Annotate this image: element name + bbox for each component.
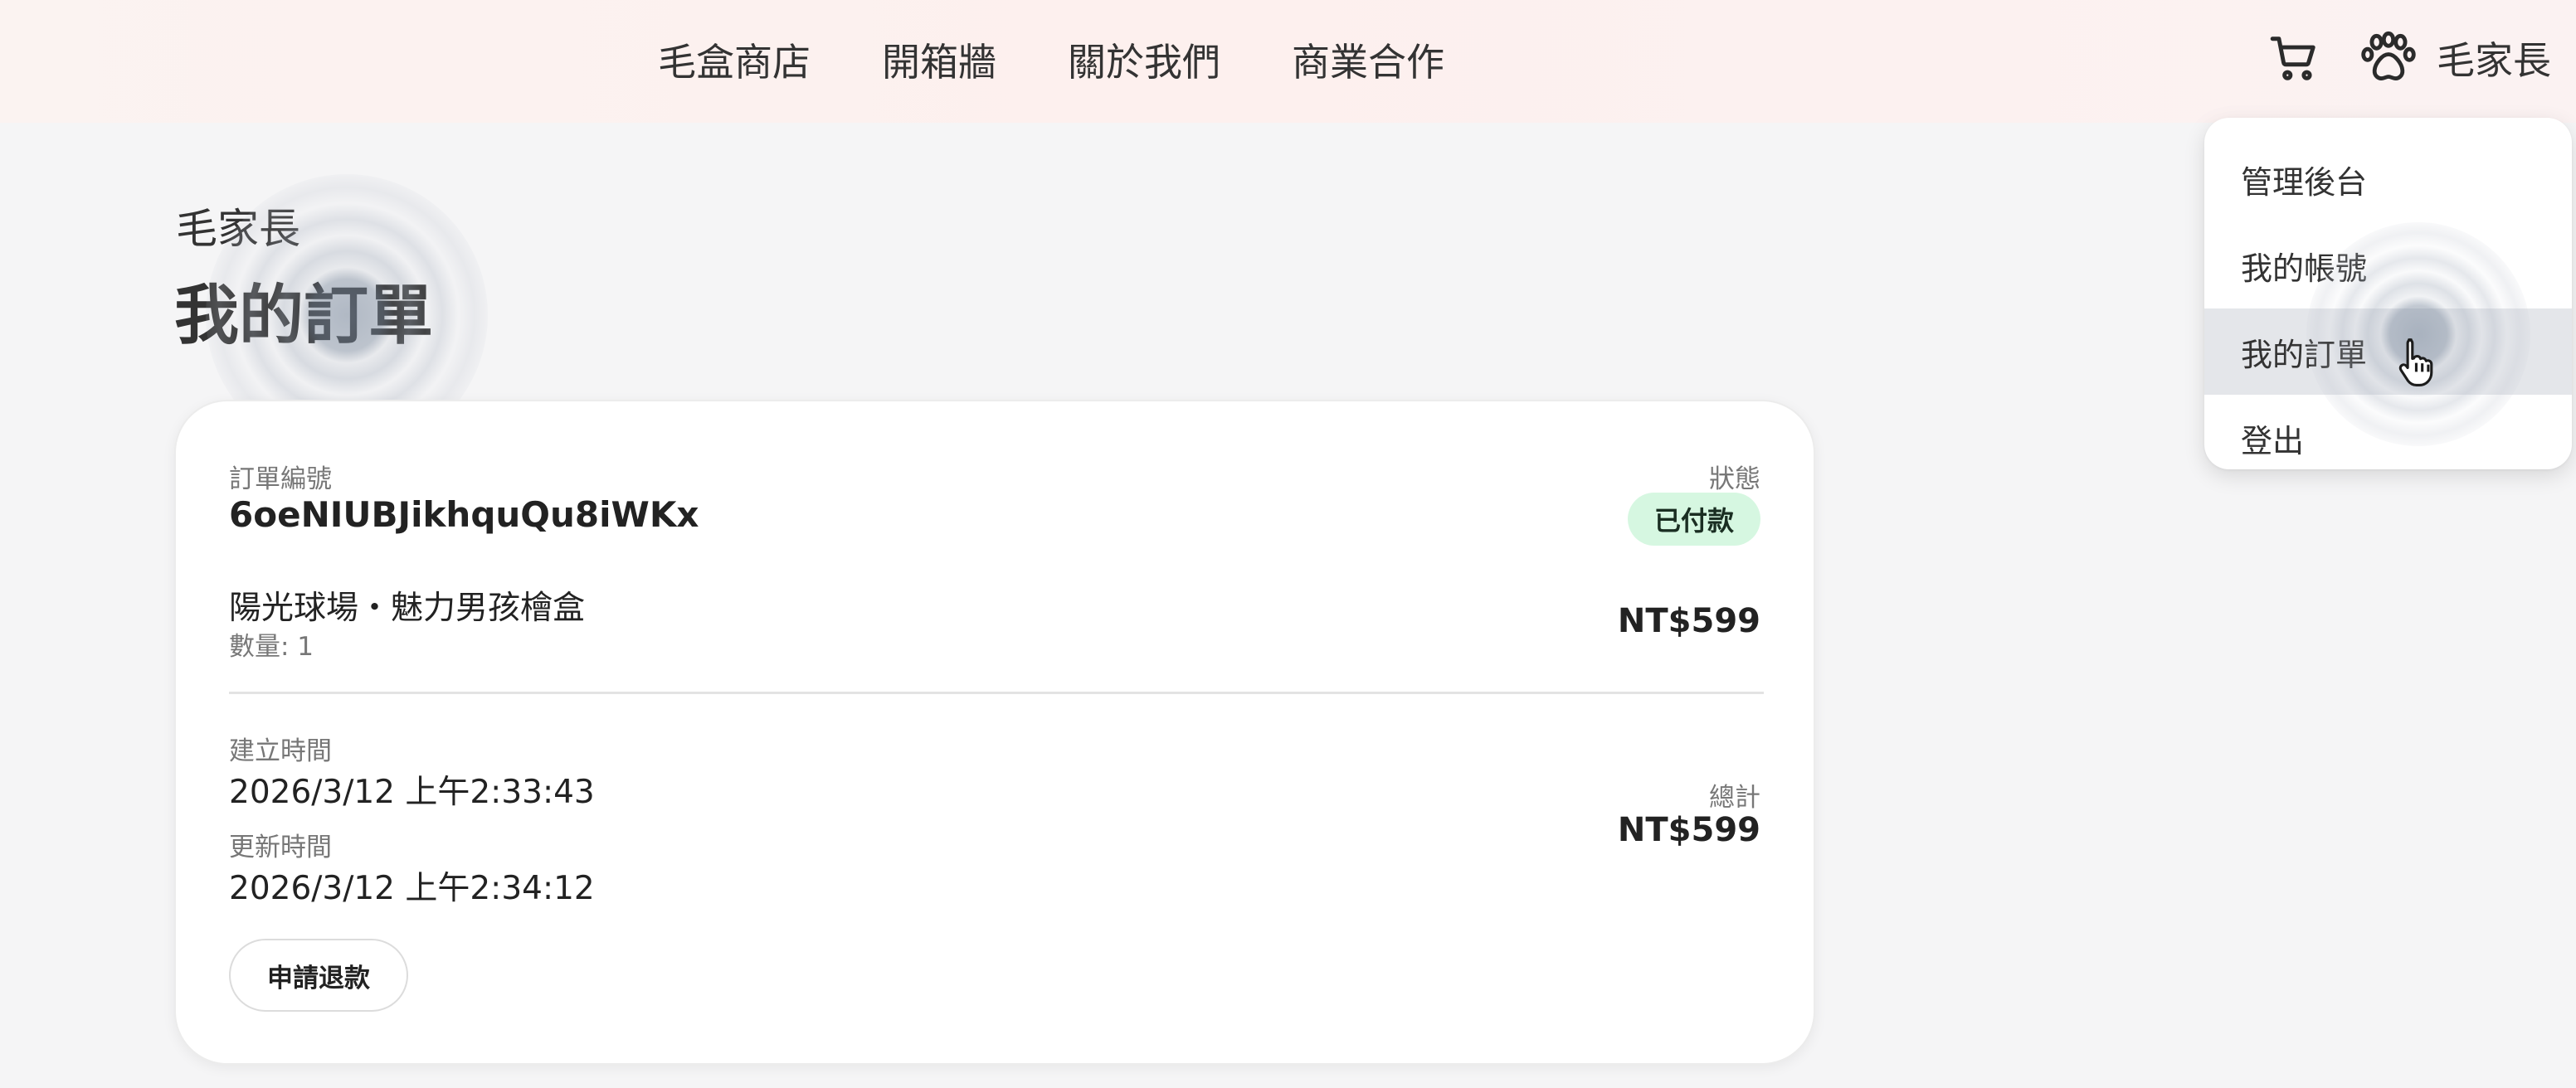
menu-item-my-orders[interactable]: 我的訂單 [2204, 308, 2572, 395]
nav-item-business[interactable]: 商業合作 [1292, 32, 1444, 87]
created-at: 2026/3/12 上午2:33:43 [229, 774, 595, 811]
nav-item-shop[interactable]: 毛盒商店 [658, 32, 811, 87]
divider [229, 692, 1764, 694]
main-nav: 毛盒商店 開箱牆 關於我們 商業合作 [658, 33, 1444, 86]
order-id: 6oeNIUBJikhquQu8iWKx [229, 494, 699, 535]
updated-at: 2026/3/12 上午2:34:12 [229, 870, 595, 907]
status-badge: 已付款 [1627, 493, 1760, 546]
page-title: 我的訂單 [174, 279, 434, 353]
menu-item-admin[interactable]: 管理後台 [2204, 136, 2572, 222]
order-id-label: 訂單編號 [229, 464, 332, 494]
cart-icon[interactable] [2264, 28, 2324, 88]
refund-request-button[interactable]: 申請退款 [229, 939, 408, 1012]
order-card: 訂單編號 6oeNIUBJikhquQu8iWKx 狀態 已付款 陽光球場・魅力… [174, 400, 1815, 1065]
created-label: 建立時間 [229, 736, 332, 766]
menu-item-account[interactable]: 我的帳號 [2204, 222, 2572, 308]
nav-item-unboxing-wall[interactable]: 開箱牆 [882, 32, 996, 87]
total-label: 總計 [1709, 783, 1760, 813]
item-price: NT$599 [1617, 602, 1760, 640]
paw-icon[interactable] [2359, 28, 2418, 88]
header-actions: 毛家長 [2264, 25, 2551, 91]
top-header: 毛盒商店 開箱牆 關於我們 商業合作 毛家長 [0, 0, 2576, 123]
menu-item-logout[interactable]: 登出 [2204, 395, 2572, 469]
product-name: 陽光球場・魅力男孩檜盒 [229, 590, 586, 627]
user-menu-trigger[interactable]: 毛家長 [2437, 31, 2551, 85]
status-label: 狀態 [1709, 464, 1760, 494]
page-subtitle: 毛家長 [176, 205, 300, 253]
hand-pointer-icon [2396, 335, 2439, 386]
menu-item-my-orders-label: 我的訂單 [2241, 336, 2368, 373]
updated-label: 更新時間 [229, 833, 332, 862]
order-total: NT$599 [1617, 811, 1760, 849]
product-quantity: 數量: 1 [229, 632, 314, 662]
nav-item-about[interactable]: 關於我們 [1068, 32, 1220, 87]
user-dropdown-menu: 管理後台 我的帳號 我的訂單 登出 [2204, 118, 2572, 469]
